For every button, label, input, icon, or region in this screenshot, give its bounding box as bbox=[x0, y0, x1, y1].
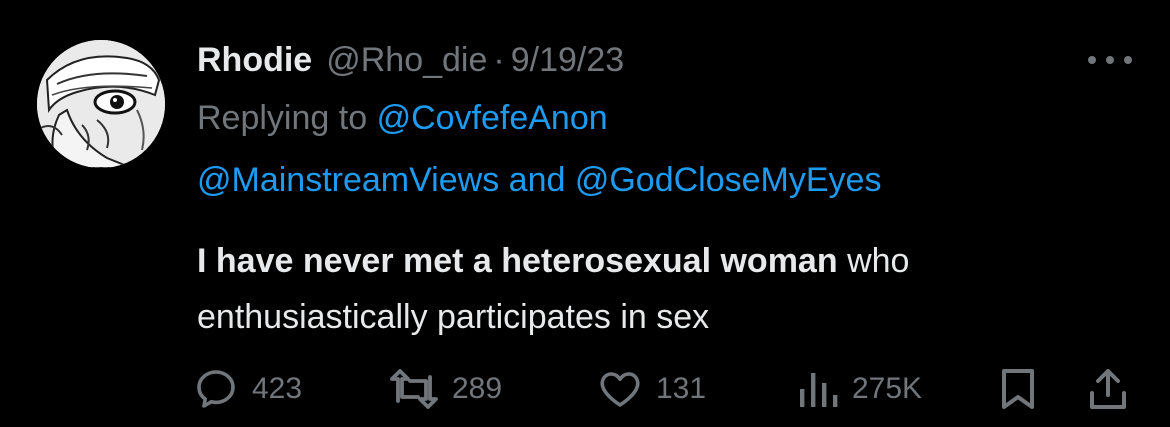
mention-and: and bbox=[508, 161, 566, 199]
reply-count: 423 bbox=[252, 372, 303, 405]
share-icon bbox=[1090, 369, 1126, 409]
tweet-text-bold: I have never met a heterosexual woman bbox=[197, 242, 838, 280]
mention-link[interactable]: @GodCloseMyEyes bbox=[575, 161, 882, 199]
author-name[interactable]: Rhodie bbox=[197, 36, 312, 84]
tweet[interactable]: Rhodie @Rho_die · 9/19/23 Replying to @C… bbox=[0, 0, 1170, 427]
action-bar: 423 289 131 275K bbox=[192, 363, 1132, 415]
replying-to-line: Replying to @CovfefeAnon bbox=[197, 94, 608, 142]
retweet-button[interactable]: 289 bbox=[388, 363, 502, 415]
retweet-count: 289 bbox=[452, 372, 503, 405]
more-horizontal-icon[interactable] bbox=[1088, 50, 1132, 70]
more-dot bbox=[1106, 56, 1114, 64]
replying-to-label: Replying to bbox=[197, 99, 368, 137]
tweet-date[interactable]: 9/19/23 bbox=[511, 36, 624, 84]
replying-to-line-2: @MainstreamViews and @GodCloseMyEyes bbox=[197, 156, 881, 204]
separator-dot: · bbox=[493, 41, 505, 79]
more-dot bbox=[1088, 56, 1096, 64]
author-handle[interactable]: @Rho_die bbox=[326, 36, 487, 84]
reply-button[interactable]: 423 bbox=[192, 363, 302, 415]
like-count: 131 bbox=[656, 372, 707, 405]
tweet-text: I have never met a heterosexual woman wh… bbox=[197, 233, 1147, 345]
mention-link[interactable]: @MainstreamViews bbox=[197, 161, 499, 199]
bookmark-button[interactable] bbox=[996, 363, 1040, 415]
avatar[interactable] bbox=[37, 40, 165, 168]
bookmark-icon bbox=[1002, 369, 1034, 409]
bar-chart-icon bbox=[800, 373, 838, 407]
more-dot bbox=[1124, 56, 1132, 64]
tweet-header: Rhodie @Rho_die · 9/19/23 bbox=[197, 36, 624, 84]
retweet-icon bbox=[390, 369, 438, 409]
mention-link[interactable]: @CovfefeAnon bbox=[377, 99, 608, 137]
views-button[interactable]: 275K bbox=[796, 363, 922, 415]
like-button[interactable]: 131 bbox=[596, 363, 706, 415]
heart-icon bbox=[600, 372, 640, 407]
avatar-image bbox=[37, 40, 165, 168]
share-button[interactable] bbox=[1086, 363, 1130, 415]
views-count: 275K bbox=[852, 372, 923, 405]
reply-icon bbox=[197, 370, 235, 408]
